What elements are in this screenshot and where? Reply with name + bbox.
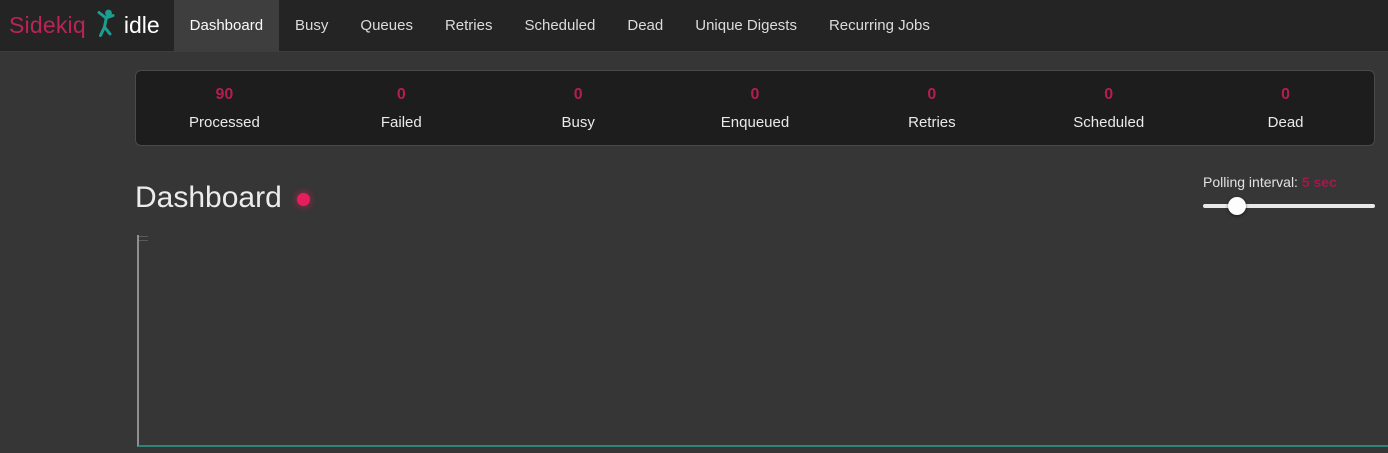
nav-tab-queues[interactable]: Queues xyxy=(344,0,429,51)
dashboard-chart-section xyxy=(137,235,1388,447)
brand-link[interactable]: Sidekiq idle xyxy=(0,0,166,51)
status-text: idle xyxy=(124,12,160,39)
stat-failed-value: 0 xyxy=(313,86,490,104)
stat-busy-label: Busy xyxy=(490,114,667,131)
stat-scheduled-value: 0 xyxy=(1020,86,1197,104)
stat-processed-label: Processed xyxy=(136,114,313,131)
stat-scheduled-label: Scheduled xyxy=(1020,114,1197,131)
live-poll-beacon-icon xyxy=(297,193,310,206)
stat-dead: 0 Dead xyxy=(1197,86,1374,131)
nav-tab-recurring-jobs[interactable]: Recurring Jobs xyxy=(813,0,946,51)
nav-tabs: Dashboard Busy Queues Retries Scheduled … xyxy=(174,0,946,51)
page-title: Dashboard xyxy=(135,181,310,215)
stat-processed-value: 90 xyxy=(136,86,313,104)
polling-interval-slider[interactable] xyxy=(1203,197,1375,215)
top-navbar: Sidekiq idle Dashboard Busy Queues Retri… xyxy=(0,0,1388,52)
page-title-text: Dashboard xyxy=(135,181,282,215)
stat-processed: 90 Processed xyxy=(136,86,313,131)
polling-value: 5 sec xyxy=(1302,174,1337,190)
brand-wordmark: Sidekiq xyxy=(9,12,86,39)
nav-tab-dashboard[interactable]: Dashboard xyxy=(174,0,279,51)
stat-retries-value: 0 xyxy=(843,86,1020,104)
stat-failed: 0 Failed xyxy=(313,86,490,131)
page-header: Dashboard Polling interval: 5 sec xyxy=(135,174,1375,215)
stat-retries: 0 Retries xyxy=(843,86,1020,131)
nav-tab-scheduled[interactable]: Scheduled xyxy=(508,0,611,51)
stat-scheduled: 0 Scheduled xyxy=(1020,86,1197,131)
stat-failed-label: Failed xyxy=(313,114,490,131)
nav-tab-unique-digests[interactable]: Unique Digests xyxy=(679,0,813,51)
nav-tab-retries[interactable]: Retries xyxy=(429,0,509,51)
stat-busy: 0 Busy xyxy=(490,86,667,131)
stat-enqueued-label: Enqueued xyxy=(667,114,844,131)
nav-tab-busy[interactable]: Busy xyxy=(279,0,344,51)
sidekiq-dancer-logo-icon xyxy=(95,8,116,43)
stat-busy-value: 0 xyxy=(490,86,667,104)
polling-label: Polling interval: 5 sec xyxy=(1203,174,1375,190)
stat-dead-value: 0 xyxy=(1197,86,1374,104)
realtime-chart-canvas xyxy=(137,235,1388,447)
stat-enqueued-value: 0 xyxy=(667,86,844,104)
stat-dead-label: Dead xyxy=(1197,114,1374,131)
slider-thumb[interactable] xyxy=(1228,197,1246,215)
y-axis-tick xyxy=(139,240,148,241)
stats-summary-bar: 90 Processed 0 Failed 0 Busy 0 Enqueued … xyxy=(135,70,1375,146)
nav-tab-dead[interactable]: Dead xyxy=(611,0,679,51)
y-axis-tick xyxy=(139,236,148,237)
stat-retries-label: Retries xyxy=(843,114,1020,131)
stat-enqueued: 0 Enqueued xyxy=(667,86,844,131)
polling-control: Polling interval: 5 sec xyxy=(1203,174,1375,215)
